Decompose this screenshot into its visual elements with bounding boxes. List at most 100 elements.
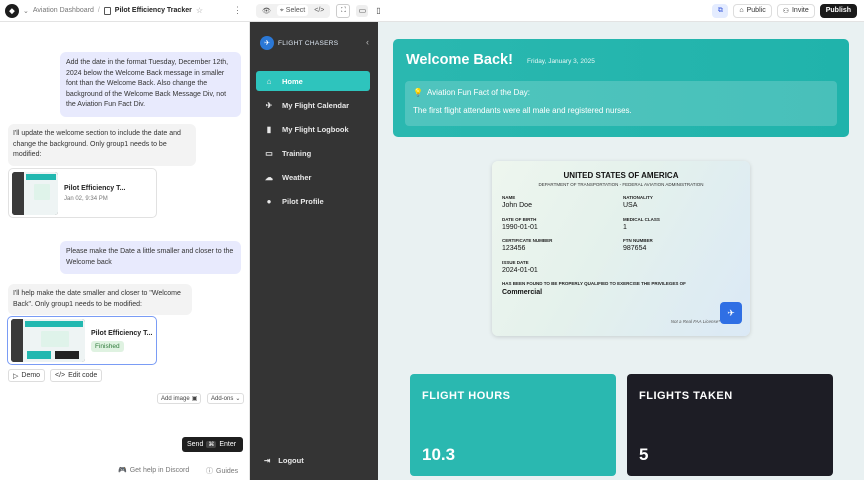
sidebar-item-flight-calendar[interactable]: ✈ My Flight Calendar xyxy=(256,95,370,115)
home-icon: ⌂ xyxy=(266,76,272,86)
sidebar-item-flight-logbook[interactable]: ▮ My Flight Logbook xyxy=(256,119,370,139)
select-button[interactable]: ⌖ Select xyxy=(276,5,309,16)
play-icon: ▷ xyxy=(13,372,19,380)
license-disclaimer: Not a Real FAA License* xyxy=(670,319,720,324)
plane-icon: ✈ xyxy=(727,307,735,318)
enter-key-label: Enter xyxy=(219,441,237,448)
demo-button[interactable]: ▷ Demo xyxy=(8,369,46,382)
stat-value: 5 xyxy=(639,445,649,464)
collaborators-button[interactable]: ⧉ xyxy=(712,3,729,18)
code-icon[interactable]: </> xyxy=(311,7,327,14)
lightbulb-icon: 💡 xyxy=(413,88,423,97)
star-icon[interactable]: ☆ xyxy=(196,6,203,15)
addons-dropdown[interactable]: Add-ons ⌄ xyxy=(207,393,245,404)
field-value: 2024-01-01 xyxy=(502,267,538,274)
sidebar-item-weather[interactable]: ☁ Weather xyxy=(256,167,370,187)
document-icon xyxy=(103,6,111,15)
people-icon: ⧉ xyxy=(717,6,723,14)
sidebar-nav: ⌂ Home ✈ My Flight Calendar ▮ My Flight Log… xyxy=(256,71,370,215)
expand-icon: ⛶ xyxy=(340,6,346,14)
brand-name: FLIGHT CHASERS xyxy=(278,39,339,47)
more-options-icon[interactable]: ⋮ xyxy=(233,5,242,16)
license-field-name: NAME John Doe xyxy=(502,195,532,209)
field-value: John Doe xyxy=(502,202,532,209)
brand-logo[interactable]: ✈ FLIGHT CHASERS xyxy=(260,36,338,50)
topbar-left: ◆ ⌄ Aviation Dashboard / Pilot Efficienc… xyxy=(0,3,250,18)
license-field-nationality: NATIONALITY USA xyxy=(623,195,653,209)
public-label: Public xyxy=(746,7,766,14)
version-card[interactable]: Pilot Efficiency T... Jan 02, 9:34 PM xyxy=(8,168,157,218)
license-field-dob: DATE OF BIRTH 1990-01-01 xyxy=(502,217,538,231)
project-title[interactable]: Pilot Efficiency Tracker xyxy=(115,7,192,14)
chevron-down-icon: ⌄ xyxy=(235,396,241,402)
guides-link[interactable]: ⓘ Guides xyxy=(206,466,238,476)
cloud-icon: ☁ xyxy=(265,172,273,182)
fun-fact-heading-text: Aviation Fun Fact of the Day: xyxy=(426,88,530,97)
discord-link[interactable]: 🎮 Get help in Discord xyxy=(118,466,189,475)
field-value: 1 xyxy=(623,224,627,231)
license-class: Commercial xyxy=(502,289,543,296)
user-icon: ● xyxy=(266,196,272,206)
welcome-title: Welcome Back! xyxy=(406,52,513,68)
stat-card-flights-taken: FLIGHTS TAKEN 5 xyxy=(627,374,833,476)
breadcrumb-separator: / xyxy=(97,7,100,14)
eye-icon[interactable]: 👁 xyxy=(259,7,274,15)
lock-icon: ⌂ xyxy=(739,7,744,14)
preview-thumbnail xyxy=(11,319,85,362)
chevron-down-icon[interactable]: ⌄ xyxy=(23,7,29,15)
desktop-icon[interactable]: ▭ xyxy=(356,4,369,17)
fullscreen-button[interactable]: ⛶ xyxy=(336,3,351,18)
add-image-button[interactable]: Add image ▣ xyxy=(157,393,202,404)
field-label: NATIONALITY xyxy=(623,195,653,200)
sidebar-item-training[interactable]: ▭ Training xyxy=(256,143,370,163)
chevron-left-icon[interactable]: ‹ xyxy=(366,37,369,47)
stat-label: FLIGHTS TAKEN xyxy=(639,390,733,402)
edit-code-button[interactable]: </> Edit code xyxy=(50,369,103,382)
license-field-issue-date: ISSUE DATE 2024-01-01 xyxy=(502,260,538,274)
assistant-message: I'll help make the date smaller and clos… xyxy=(8,284,192,315)
laptop-icon: ▭ xyxy=(265,148,273,158)
sidebar-item-label: Training xyxy=(282,148,312,158)
mobile-icon[interactable]: ▯ xyxy=(372,5,384,17)
field-label: CERTIFICATE NUMBER xyxy=(502,238,553,243)
stat-value: 10.3 xyxy=(422,445,456,464)
fun-fact-box: 💡 Aviation Fun Fact of the Day: The first… xyxy=(405,81,837,126)
image-icon: ▣ xyxy=(191,396,198,402)
breadcrumb-root[interactable]: Aviation Dashboard xyxy=(33,7,94,14)
device-toggle: ▭ ▯ xyxy=(356,4,384,17)
sidebar-item-home[interactable]: ⌂ Home xyxy=(256,71,370,91)
sidebar-item-label: My Flight Calendar xyxy=(282,100,350,110)
brand-logo-icon: ✈ xyxy=(260,36,274,50)
stat-card-flight-hours: FLIGHT HOURS 10.3 xyxy=(410,374,616,476)
topbar-right: ⧉ ⌂ Public ⚇ Invite Publish xyxy=(712,3,864,18)
field-value: 123456 xyxy=(502,245,526,252)
welcome-date: Friday, January 3, 2025 xyxy=(527,58,595,65)
chat-panel: Add the date in the format Tuesday, Dece… xyxy=(0,22,250,480)
plane-action-button[interactable]: ✈ xyxy=(720,302,742,324)
sidebar-item-pilot-profile[interactable]: ● Pilot Profile xyxy=(256,191,370,211)
send-label: Send xyxy=(187,441,204,448)
logout-button[interactable]: ⇥ Logout xyxy=(264,456,304,465)
public-button[interactable]: ⌂ Public xyxy=(733,3,772,18)
publish-button[interactable]: Publish xyxy=(819,3,857,18)
send-button[interactable]: Send ⌘ Enter xyxy=(182,437,243,452)
invite-button[interactable]: ⚇ Invite xyxy=(776,3,815,18)
card-timestamp: Jan 02, 9:34 PM xyxy=(64,195,108,202)
topbar-tools: 👁 ⌖ Select </> ⛶ ▭ ▯ xyxy=(250,3,384,18)
sidebar-item-label: Pilot Profile xyxy=(282,196,324,206)
license-field-medical: MEDICAL CLASS 1 xyxy=(623,217,660,231)
plane-icon: ✈ xyxy=(265,100,273,110)
version-card-selected[interactable]: Pilot Efficiency T... Finished xyxy=(7,316,157,365)
license-agency: DEPARTMENT OF TRANSPORTATION - FEDERAL A… xyxy=(538,182,704,187)
user-message: Please make the Date a little smaller an… xyxy=(60,241,241,274)
invite-label: Invite xyxy=(791,7,809,14)
book-icon: ▮ xyxy=(266,124,272,134)
pilot-license-card: UNITED STATES OF AMERICA DEPARTMENT OF T… xyxy=(492,161,750,336)
field-value: USA xyxy=(623,202,638,209)
mode-toggle: 👁 ⌖ Select </> xyxy=(256,3,331,18)
guides-label: Guides xyxy=(216,467,239,475)
select-label: Select xyxy=(285,7,306,14)
app-logo-icon[interactable]: ◆ xyxy=(5,3,19,18)
invite-icon: ⚇ xyxy=(782,7,789,15)
field-value: 987654 xyxy=(623,245,647,252)
